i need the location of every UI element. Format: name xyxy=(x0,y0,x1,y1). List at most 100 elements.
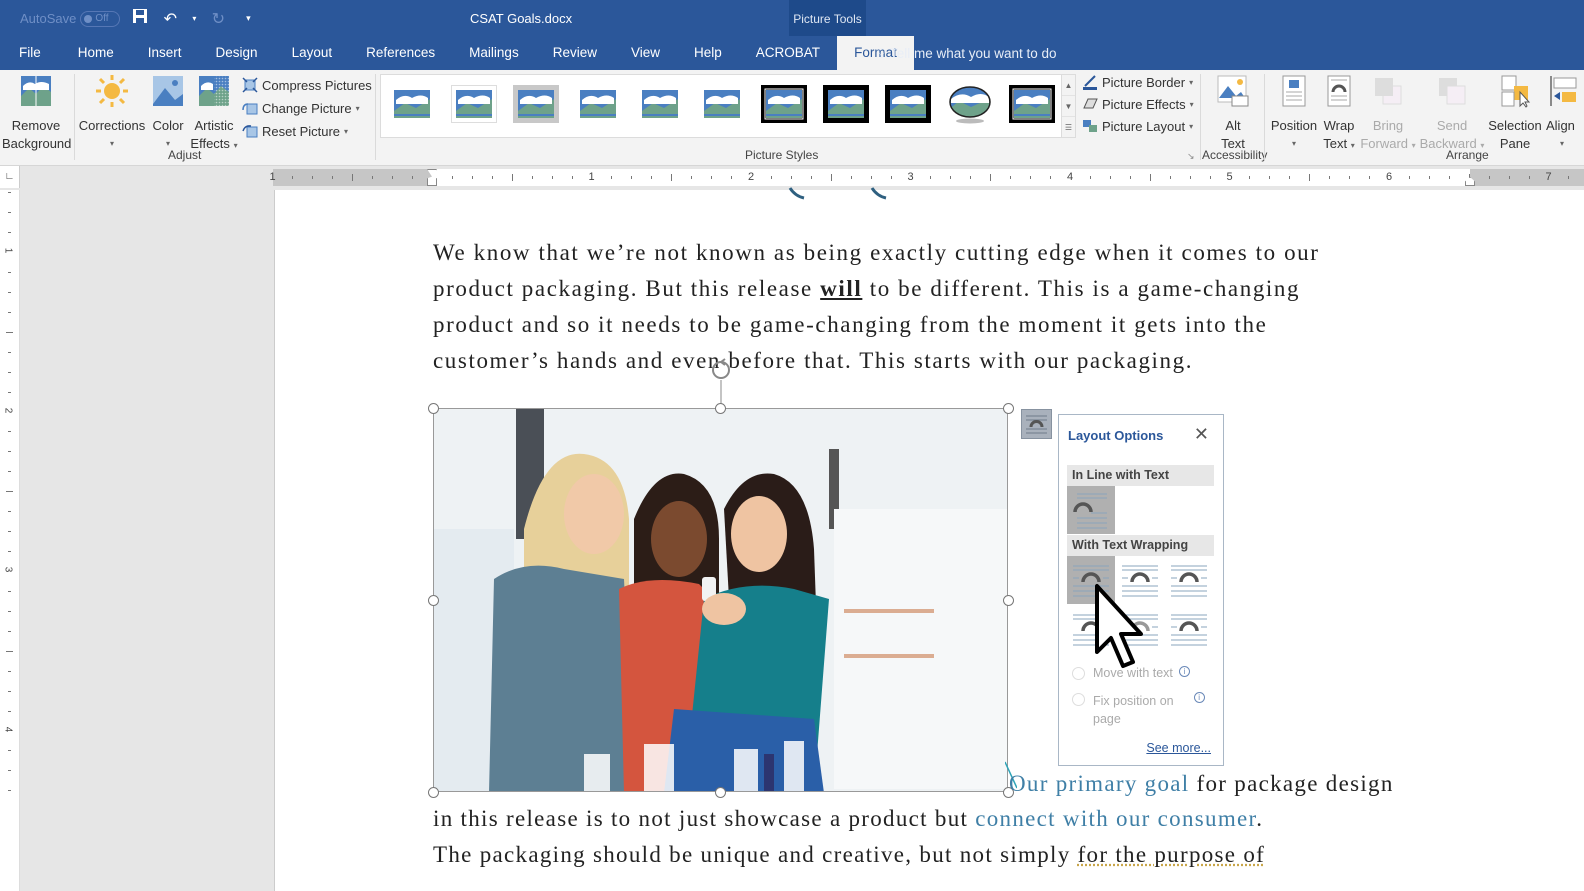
color-label: Color xyxy=(152,118,184,133)
tab-references[interactable]: References xyxy=(349,36,452,70)
tab-design[interactable]: Design xyxy=(199,36,275,70)
tab-view[interactable]: View xyxy=(614,36,677,70)
link-primary-goal[interactable]: Our primary goal xyxy=(1009,771,1189,796)
picture-layout-label: Picture Layout xyxy=(1102,118,1186,134)
artistic-effects-button[interactable]: Artistic Effects ▾ xyxy=(188,74,240,155)
wrap-option-through[interactable] xyxy=(1165,556,1213,604)
resize-handle-top[interactable] xyxy=(715,403,726,414)
ruler-tick xyxy=(6,650,13,652)
grammar-flagged-text[interactable]: for the purpose of xyxy=(1078,842,1266,867)
picture-border-button[interactable]: Picture Border ▾ xyxy=(1082,71,1193,93)
wrap-text-button[interactable]: Wrap Text ▾ xyxy=(1318,74,1360,155)
picture-style-9[interactable] xyxy=(885,85,931,123)
picture-style-8[interactable] xyxy=(823,85,869,123)
resize-handle-right[interactable] xyxy=(1003,595,1014,606)
picture-style-1[interactable] xyxy=(389,85,435,123)
send-backward-label-1: Send xyxy=(1436,118,1468,133)
ruler-tick xyxy=(1010,176,1012,179)
tab-review[interactable]: Review xyxy=(536,36,614,70)
close-icon[interactable]: ✕ xyxy=(1194,424,1209,445)
picture-style-6[interactable] xyxy=(699,85,745,123)
picture-effects-button[interactable]: Picture Effects ▾ xyxy=(1082,93,1194,115)
ruler-tick xyxy=(1089,176,1091,179)
vertical-ruler[interactable]: 1 2 3 4 xyxy=(0,190,20,891)
align-button[interactable]: Align ▾ xyxy=(1544,74,1584,153)
picture-style-5[interactable] xyxy=(637,85,683,123)
mouse-pointer-icon xyxy=(1095,584,1143,668)
reset-picture-button[interactable]: Reset Picture ▾ xyxy=(242,120,348,142)
change-picture-button[interactable]: Change Picture ▾ xyxy=(242,97,360,119)
tab-layout[interactable]: Layout xyxy=(275,36,350,70)
gallery-scroll-up[interactable]: ▲ xyxy=(1062,75,1075,96)
fix-position-option[interactable]: Fix position on page i xyxy=(1072,692,1205,728)
autosave-switch[interactable]: Off xyxy=(80,10,121,27)
picture-style-11[interactable] xyxy=(1009,85,1055,123)
position-icon xyxy=(1282,75,1306,107)
see-more-link[interactable]: See more... xyxy=(1146,741,1211,755)
compress-pictures-icon xyxy=(242,77,258,93)
ribbon-tabs: File Home Insert Design Layout Reference… xyxy=(0,36,915,70)
ruler-tick xyxy=(1369,176,1371,179)
picture-style-4[interactable] xyxy=(575,85,621,123)
picture-border-icon xyxy=(1083,75,1097,90)
picture-style-7[interactable] xyxy=(761,85,807,123)
picture-style-3[interactable] xyxy=(513,85,559,123)
tab-acrobat[interactable]: ACROBAT xyxy=(739,36,837,70)
tab-help[interactable]: Help xyxy=(677,36,739,70)
wrap-option-in-front[interactable] xyxy=(1165,605,1213,653)
tab-insert[interactable]: Insert xyxy=(131,36,199,70)
picture-style-2[interactable] xyxy=(451,85,497,123)
gallery-scroll-down[interactable]: ▼ xyxy=(1062,96,1075,117)
color-button[interactable]: Color ▾ xyxy=(148,74,188,153)
undo-icon[interactable]: ↶ xyxy=(160,9,180,29)
bring-forward-button[interactable]: Bring Forward ▾ xyxy=(1358,74,1418,155)
rotate-handle[interactable] xyxy=(708,358,734,408)
link-connect-with-consumer[interactable]: connect with our consumer xyxy=(975,806,1256,831)
alt-text-icon xyxy=(1217,75,1249,107)
picture-layout-button[interactable]: Picture Layout ▾ xyxy=(1082,115,1193,137)
resize-handle-bottom-left[interactable] xyxy=(428,787,439,798)
compress-pictures-button[interactable]: Compress Pictures xyxy=(242,74,372,96)
tell-me-search[interactable]: 💡︎ Tell me what you want to do xyxy=(877,46,1057,62)
position-button[interactable]: Position ▾ xyxy=(1268,74,1320,153)
info-icon[interactable]: i xyxy=(1178,666,1190,677)
selected-picture[interactable] xyxy=(433,408,1008,792)
reset-picture-icon xyxy=(242,125,258,138)
save-icon[interactable] xyxy=(130,8,150,29)
wrap-option-in-line[interactable] xyxy=(1067,486,1115,534)
resize-handle-bottom[interactable] xyxy=(715,787,726,798)
undo-dropdown-icon[interactable]: ▾ xyxy=(190,14,198,23)
info-icon[interactable]: i xyxy=(1193,692,1205,703)
ruler-number: 1 xyxy=(588,171,595,183)
layout-options-button[interactable] xyxy=(1021,409,1052,439)
tab-selector[interactable]: ∟ xyxy=(0,166,20,188)
remove-background-button[interactable]: Remove Background xyxy=(2,74,71,153)
resize-handle-top-right[interactable] xyxy=(1003,403,1014,414)
ruler-tick xyxy=(1189,176,1191,179)
move-with-text-radio[interactable] xyxy=(1072,667,1085,680)
resize-handle-left[interactable] xyxy=(428,595,439,606)
ruler-tick xyxy=(8,710,11,712)
tab-home[interactable]: Home xyxy=(61,36,131,70)
fix-position-radio[interactable] xyxy=(1072,693,1085,706)
selection-pane-button[interactable]: Selection Pane xyxy=(1486,74,1544,153)
ribbon: Remove Background Corrections ▾ Color ▾ … xyxy=(0,70,1584,166)
ruler-tick xyxy=(711,176,713,179)
gallery-more[interactable]: ☰ xyxy=(1062,117,1075,138)
corrections-button[interactable]: Corrections ▾ xyxy=(77,74,147,153)
picture-styles-launcher[interactable]: ↘ xyxy=(1187,151,1195,162)
resize-handle-top-left[interactable] xyxy=(428,403,439,414)
change-picture-icon xyxy=(242,103,258,115)
redo-icon[interactable]: ↻ xyxy=(208,9,228,29)
horizontal-ruler[interactable]: 1 1 2 3 4 5 6 7 xyxy=(270,169,1584,186)
tab-file[interactable]: File xyxy=(0,36,61,70)
alt-text-button[interactable]: Alt Text xyxy=(1210,74,1256,153)
ruler-tick xyxy=(8,750,11,752)
picture-style-10[interactable] xyxy=(947,85,993,124)
ruler-tick xyxy=(830,174,832,181)
customize-qat-icon[interactable]: ▾ xyxy=(238,13,258,24)
autosave-toggle[interactable]: AutoSave Off xyxy=(20,10,121,27)
ruler-tick xyxy=(1109,176,1111,179)
send-backward-button[interactable]: Send Backward ▾ xyxy=(1418,74,1486,155)
tab-mailings[interactable]: Mailings xyxy=(452,36,536,70)
